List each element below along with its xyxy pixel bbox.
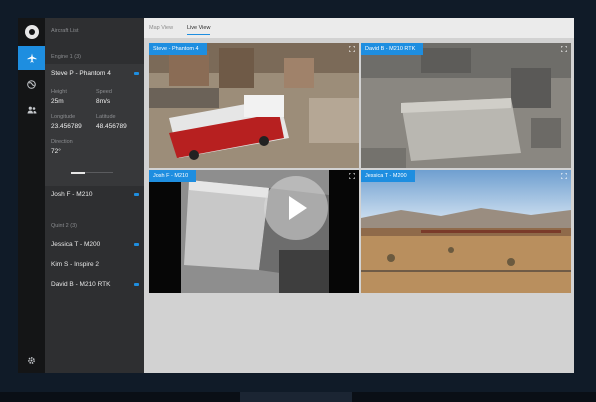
- feed-video-frame: [149, 43, 359, 168]
- live-tag-icon: [134, 72, 139, 75]
- height-label: Height: [51, 89, 67, 95]
- video-feed[interactable]: Josh F - M210: [149, 170, 359, 293]
- view-tabs: Map View Live View: [144, 18, 574, 38]
- list-item[interactable]: David B - M210 RTK: [45, 276, 144, 294]
- aircraft-name: David B - M210 RTK: [51, 281, 111, 288]
- fullscreen-icon[interactable]: [561, 46, 567, 52]
- aircraft-name: Jessica T - M200: [51, 241, 101, 248]
- app-screen: Aircraft List Engine 1 (3) Steve P - Pha…: [18, 18, 574, 373]
- feed-label: Josh F - M210: [149, 170, 197, 182]
- airplane-icon[interactable]: [18, 46, 45, 70]
- video-feed[interactable]: Steve - Phantom 4: [149, 43, 359, 168]
- longitude-label: Longitude: [51, 114, 76, 120]
- carousel-pager[interactable]: [71, 171, 113, 174]
- speed-value: 8m/s: [96, 98, 111, 105]
- pager-active-dot: [71, 171, 85, 174]
- feed-video-frame: [361, 43, 571, 168]
- selected-aircraft-name: Steve P - Phantom 4: [51, 70, 111, 77]
- play-icon[interactable]: [264, 176, 328, 240]
- aircraft-list-panel: Aircraft List Engine 1 (3) Steve P - Pha…: [45, 18, 144, 373]
- speed-label: Speed: [96, 89, 112, 95]
- aircraft-name: Josh F - M210: [51, 191, 93, 198]
- fullscreen-icon[interactable]: [349, 173, 355, 179]
- feed-video-frame: [361, 170, 571, 293]
- group-label: Quint 2 (3): [51, 223, 77, 229]
- tab-live-view[interactable]: Live View: [187, 25, 211, 35]
- list-item[interactable]: Josh F - M210: [45, 186, 144, 204]
- direction-label: Direction: [51, 139, 73, 145]
- live-tag-icon: [134, 243, 139, 246]
- users-icon[interactable]: [18, 98, 45, 122]
- latitude-value: 48.456789: [96, 123, 127, 130]
- latitude-label: Latitude: [96, 114, 116, 120]
- icon-rail: [18, 18, 45, 373]
- live-tag-icon: [134, 193, 139, 196]
- aircraft-name: Kim S - Inspire 2: [51, 261, 100, 268]
- feed-label: Jessica T - M200: [361, 170, 415, 182]
- selected-aircraft-card[interactable]: Steve P - Phantom 4 Height 25m Speed 8m/…: [45, 64, 144, 186]
- fullscreen-icon[interactable]: [349, 46, 355, 52]
- gear-icon[interactable]: [18, 348, 45, 372]
- logo-icon: [25, 25, 39, 39]
- list-item[interactable]: Jessica T - M200: [45, 236, 144, 254]
- direction-value: 72°: [51, 148, 61, 155]
- list-item[interactable]: Kim S - Inspire 2: [45, 256, 144, 274]
- video-feed[interactable]: David B - M210 RTK: [361, 43, 571, 168]
- live-tag-icon: [134, 283, 139, 286]
- fullscreen-icon[interactable]: [561, 173, 567, 179]
- panel-header: Aircraft List: [51, 28, 79, 34]
- globe-icon[interactable]: [18, 72, 45, 96]
- main-view: Map View Live View Steve - Phantom 4 Dav…: [144, 18, 574, 373]
- feed-video-frame: [149, 170, 359, 293]
- group-label: Engine 1 (3): [51, 54, 81, 60]
- longitude-value: 23.456789: [51, 123, 82, 130]
- feed-label: Steve - Phantom 4: [149, 43, 207, 55]
- monitor-stand: [240, 392, 352, 402]
- video-feed[interactable]: Jessica T - M200: [361, 170, 571, 293]
- tab-map-view[interactable]: Map View: [149, 25, 173, 31]
- height-value: 25m: [51, 98, 64, 105]
- feed-label: David B - M210 RTK: [361, 43, 424, 55]
